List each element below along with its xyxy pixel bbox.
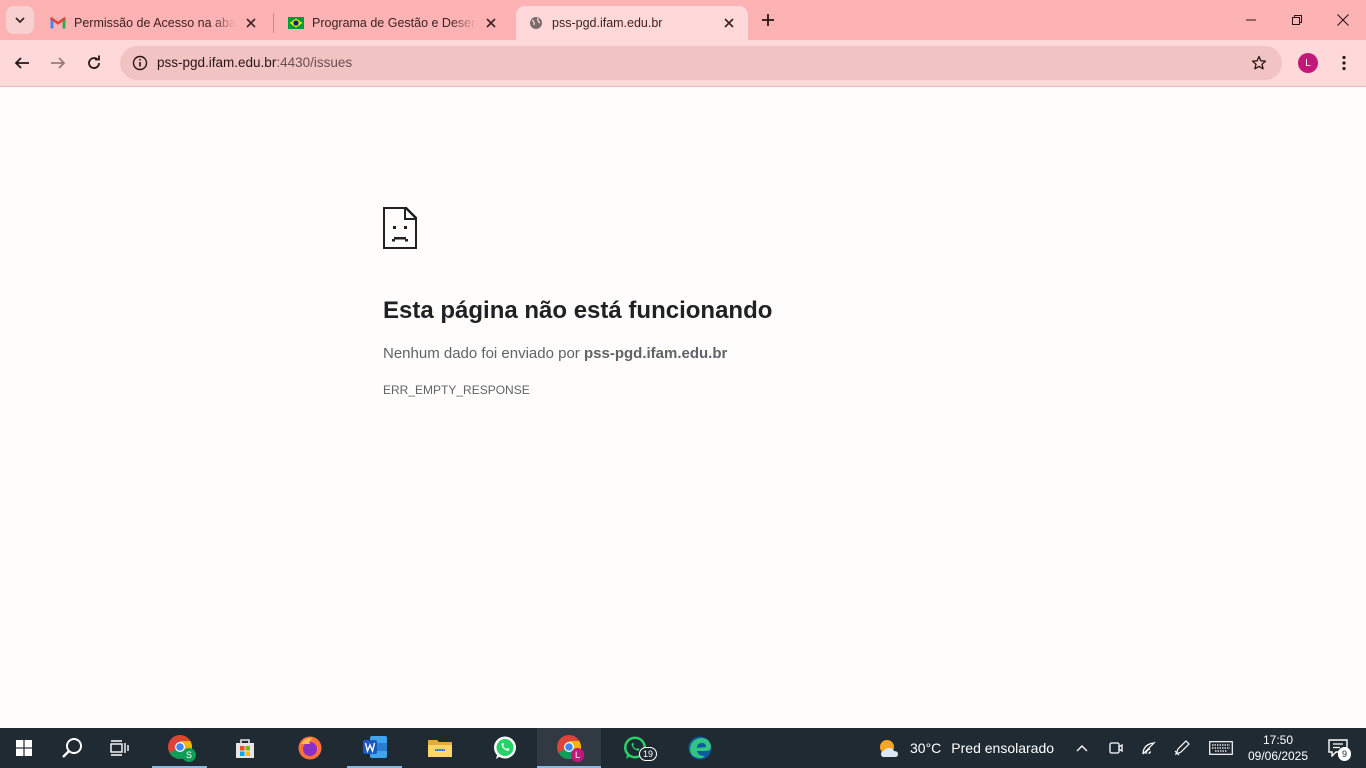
close-icon[interactable] xyxy=(242,14,260,32)
task-view-icon xyxy=(110,740,129,756)
tab-separator xyxy=(273,13,274,33)
restore-button[interactable] xyxy=(1274,0,1320,40)
start-button[interactable] xyxy=(0,728,48,768)
taskbar-chrome-l[interactable]: L xyxy=(537,728,601,768)
weather-widget[interactable]: 30°C Pred ensolarado xyxy=(876,728,1056,768)
restore-icon xyxy=(1292,15,1302,25)
info-icon[interactable] xyxy=(128,51,152,75)
weather-temp: 30°C xyxy=(910,740,942,756)
taskbar-word[interactable] xyxy=(347,728,402,768)
back-button[interactable] xyxy=(5,46,39,80)
task-view-button[interactable] xyxy=(96,728,144,768)
tab-search-button[interactable] xyxy=(6,6,34,34)
meet-now-button[interactable] xyxy=(1104,728,1128,768)
taskbar-store[interactable] xyxy=(217,728,272,768)
windows-icon xyxy=(16,740,32,756)
word-icon xyxy=(362,736,387,758)
minimize-icon xyxy=(1246,19,1256,21)
search-icon xyxy=(62,738,82,758)
pen-icon xyxy=(1174,740,1190,756)
weather-condition: Pred ensolarado xyxy=(951,740,1055,756)
notification-center-button[interactable]: 9 xyxy=(1318,728,1358,768)
taskbar-whatsapp-business[interactable]: 19 xyxy=(607,728,662,768)
profile-badge: S xyxy=(182,748,197,762)
profile-avatar[interactable]: L xyxy=(1298,53,1318,73)
brazil-flag-icon xyxy=(288,15,304,31)
notification-count-badge: 19 xyxy=(639,747,658,761)
pen-menu-button[interactable] xyxy=(1170,728,1194,768)
taskbar-chrome-s[interactable]: S xyxy=(152,728,207,768)
profile-badge: L xyxy=(571,748,585,762)
whatsapp-icon xyxy=(493,736,516,759)
tab-title: Permissão de Acesso na aba pa xyxy=(74,16,236,30)
minimize-button[interactable] xyxy=(1228,0,1274,40)
menu-button[interactable] xyxy=(1330,46,1358,80)
search-button[interactable] xyxy=(48,728,96,768)
taskbar: S L 19 30°C Pred ensolarado 17:50 09/06/… xyxy=(0,728,1366,768)
chevron-up-icon xyxy=(1076,745,1088,752)
taskbar-whatsapp[interactable] xyxy=(477,728,532,768)
error-title: Esta página não está funcionando xyxy=(383,297,773,324)
sad-page-icon xyxy=(382,206,418,254)
address-bar[interactable]: pss-pgd.ifam.edu.br:4430/issues xyxy=(120,46,1282,80)
arrow-right-icon xyxy=(51,57,66,69)
close-window-button[interactable] xyxy=(1320,0,1366,40)
folder-icon xyxy=(427,740,452,757)
error-description-text: Nenhum dado foi enviado por xyxy=(383,345,584,362)
tab-pss-pgd[interactable]: pss-pgd.ifam.edu.br xyxy=(516,6,748,40)
taskbar-firefox[interactable] xyxy=(282,728,337,768)
tab-strip: Permissão de Acesso na aba pa Programa d… xyxy=(0,0,1366,40)
more-vert-icon xyxy=(1342,55,1346,71)
error-code: ERR_EMPTY_RESPONSE xyxy=(383,383,530,397)
url-text[interactable]: pss-pgd.ifam.edu.br:4430/issues xyxy=(157,46,352,80)
error-host: pss-pgd.ifam.edu.br xyxy=(583,345,728,362)
forward-button[interactable] xyxy=(41,46,75,80)
url-path: :4430/issues xyxy=(276,55,353,70)
camera-icon xyxy=(1109,742,1123,754)
tab-title: Programa de Gestão e Desempe xyxy=(312,16,476,30)
clock[interactable]: 17:50 09/06/2025 xyxy=(1240,728,1316,768)
edge-icon xyxy=(688,736,711,760)
taskbar-file-explorer[interactable] xyxy=(412,728,467,768)
keyboard-icon xyxy=(1209,741,1233,755)
browser-toolbar: pss-pgd.ifam.edu.br:4430/issues xyxy=(0,40,1366,87)
tab-programa[interactable]: Programa de Gestão e Desempe xyxy=(276,6,510,40)
url-host: pss-pgd.ifam.edu.br xyxy=(157,55,277,70)
reload-icon xyxy=(88,55,100,69)
globe-icon xyxy=(528,15,544,31)
plus-icon xyxy=(762,14,774,26)
firefox-icon xyxy=(298,736,321,760)
show-hidden-icons-button[interactable] xyxy=(1070,728,1094,768)
bookmark-star-icon[interactable] xyxy=(1248,52,1270,74)
store-icon xyxy=(235,739,254,758)
taskbar-edge[interactable] xyxy=(672,728,727,768)
new-tab-button[interactable] xyxy=(754,6,782,34)
touch-keyboard-button[interactable] xyxy=(1206,728,1236,768)
close-icon[interactable] xyxy=(720,14,738,32)
clock-date: 09/06/2025 xyxy=(1247,749,1309,763)
gmail-icon xyxy=(50,15,66,31)
tab-gmail[interactable]: Permissão de Acesso na aba pa xyxy=(38,6,270,40)
close-icon[interactable] xyxy=(482,14,500,32)
arrow-left-icon xyxy=(14,57,29,69)
close-icon xyxy=(1337,14,1349,26)
notification-count-badge: 9 xyxy=(1338,747,1352,761)
wifi-icon xyxy=(1142,741,1156,755)
tab-title: pss-pgd.ifam.edu.br xyxy=(552,16,663,30)
chevron-down-icon xyxy=(15,17,25,24)
reload-button[interactable] xyxy=(77,46,111,80)
error-description: Nenhum dado foi enviado por pss-pgd.ifam… xyxy=(383,345,727,362)
network-button[interactable] xyxy=(1137,728,1161,768)
clock-time: 17:50 xyxy=(1262,733,1294,747)
partly-sunny-icon xyxy=(880,740,898,757)
